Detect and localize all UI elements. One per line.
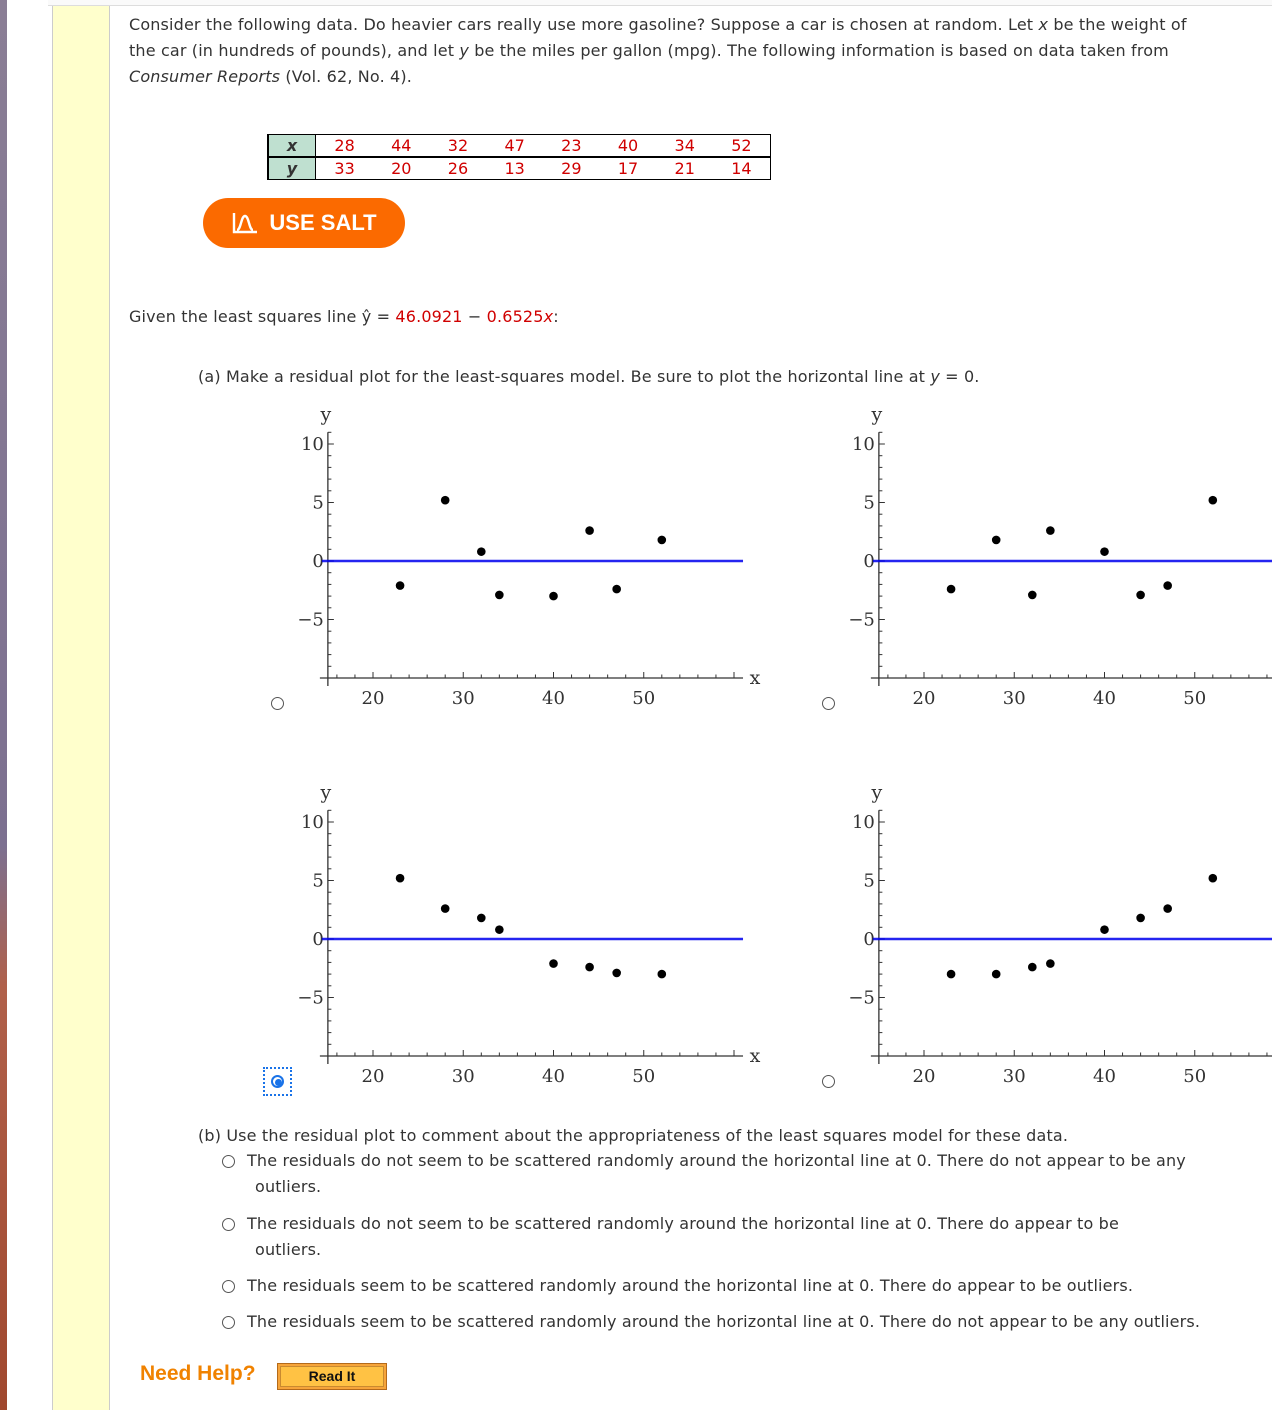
- residual-point: [1046, 959, 1055, 968]
- comment-option-1-radio[interactable]: [222, 1155, 235, 1168]
- comment-option-4-radio[interactable]: [222, 1316, 235, 1329]
- y-axis-label: y: [871, 781, 883, 803]
- x-tick-label: 30: [1003, 1066, 1026, 1087]
- x-tick-label: 20: [362, 688, 385, 709]
- plot-option-1-radio[interactable]: [271, 697, 284, 710]
- residual-point: [1028, 962, 1037, 972]
- residual-point: [1100, 547, 1109, 556]
- residual-point: [477, 913, 486, 923]
- y-axis-label: y: [871, 403, 883, 425]
- residual-plot-1: 20 30 40 501050−5yx: [297, 403, 760, 709]
- option-text: The residuals seem to be scattered rando…: [247, 1312, 1201, 1331]
- x-tick-label: 30: [452, 688, 475, 709]
- comment-option-3-radio[interactable]: [222, 1280, 235, 1293]
- residual-point: [991, 535, 1001, 545]
- residual-plot-2: 20 30 40 501050−5y: [848, 403, 1272, 709]
- plot-option-2-radio[interactable]: [822, 697, 835, 710]
- x-tick-label: 40: [1093, 1066, 1116, 1087]
- plot-option-4-radio[interactable]: [822, 1075, 835, 1088]
- read-it-button[interactable]: Read It: [277, 1363, 387, 1390]
- residual-point: [657, 535, 667, 545]
- residual-point: [1136, 913, 1145, 923]
- y-tick-label: 10: [301, 434, 324, 455]
- residual-point: [395, 873, 405, 883]
- residual-point: [495, 590, 504, 600]
- comment-option-2-radio[interactable]: [222, 1218, 235, 1231]
- y-tick-label: −5: [297, 610, 324, 631]
- residual-point: [1100, 925, 1109, 934]
- residual-point: [1028, 590, 1037, 600]
- residual-point: [585, 962, 594, 972]
- plot-option-3-radio[interactable]: [271, 1075, 284, 1088]
- x-tick-label: 40: [542, 1066, 565, 1087]
- residual-point: [612, 968, 621, 978]
- y-tick-label: 10: [852, 434, 875, 455]
- x-tick-label: 20: [913, 1066, 936, 1087]
- y-tick-label: 5: [863, 871, 874, 892]
- comment-option-2[interactable]: The residuals do not seem to be scattere…: [247, 1211, 1119, 1263]
- option-text: [247, 1338, 255, 1357]
- residual-point: [1046, 526, 1055, 535]
- residual-point: [1208, 495, 1218, 505]
- y-tick-label: 5: [863, 493, 874, 514]
- y-tick-label: 10: [301, 812, 324, 833]
- residual-point: [1163, 581, 1172, 590]
- residual-plot-4: 20 30 40 501050−5y: [848, 781, 1272, 1087]
- y-axis-label: y: [320, 781, 332, 803]
- x-tick-label: 50: [632, 688, 655, 709]
- comment-option-1[interactable]: The residuals do not seem to be scattere…: [247, 1148, 1186, 1200]
- residual-point: [549, 959, 558, 968]
- x-tick-label: 50: [632, 1066, 655, 1087]
- read-it-label: Read It: [280, 1366, 384, 1387]
- residual-point: [549, 591, 558, 601]
- residual-point: [440, 904, 450, 913]
- residual-point: [585, 526, 594, 535]
- y-axis-label: y: [320, 403, 332, 425]
- x-tick-label: 30: [1003, 688, 1026, 709]
- y-tick-label: 5: [312, 493, 323, 514]
- option-text: The residuals seem to be scattered rando…: [247, 1276, 1134, 1295]
- y-tick-label: −5: [848, 988, 875, 1009]
- x-tick-label: 20: [362, 1066, 385, 1087]
- x-axis-label: x: [750, 1045, 761, 1067]
- need-help-label: Need Help?: [140, 1362, 256, 1385]
- y-tick-label: −5: [848, 610, 875, 631]
- residual-plot-3: 20 30 40 501050−5yx: [297, 781, 760, 1087]
- residual-point: [1136, 590, 1145, 600]
- x-tick-label: 50: [1183, 688, 1206, 709]
- residual-point: [946, 584, 956, 594]
- residual-point: [1163, 904, 1172, 913]
- residual-point: [657, 969, 667, 979]
- x-axis-label: x: [750, 667, 761, 689]
- residual-point: [395, 581, 405, 590]
- residual-point: [946, 969, 956, 979]
- y-tick-label: 10: [852, 812, 875, 833]
- x-tick-label: 30: [452, 1066, 475, 1087]
- part-b-prompt: (b) Use the residual plot to comment abo…: [198, 1126, 1069, 1145]
- x-tick-label: 20: [913, 688, 936, 709]
- residual-point: [440, 495, 450, 505]
- residual-point: [991, 969, 1001, 979]
- x-tick-label: 40: [1093, 688, 1116, 709]
- option-text: The residuals do not seem to be scattere…: [247, 1151, 1186, 1170]
- option-text: The residuals do not seem to be scattere…: [247, 1214, 1119, 1233]
- residual-point: [477, 547, 486, 556]
- x-tick-label: 50: [1183, 1066, 1206, 1087]
- residual-point: [495, 925, 504, 934]
- y-tick-label: 5: [312, 871, 323, 892]
- comment-option-4[interactable]: The residuals seem to be scattered rando…: [247, 1309, 1200, 1361]
- option-text: outliers.: [255, 1177, 322, 1196]
- y-tick-label: −5: [297, 988, 324, 1009]
- option-text: outliers.: [255, 1240, 322, 1259]
- x-tick-label: 40: [542, 688, 565, 709]
- residual-point: [612, 584, 621, 594]
- residual-point: [1208, 873, 1218, 883]
